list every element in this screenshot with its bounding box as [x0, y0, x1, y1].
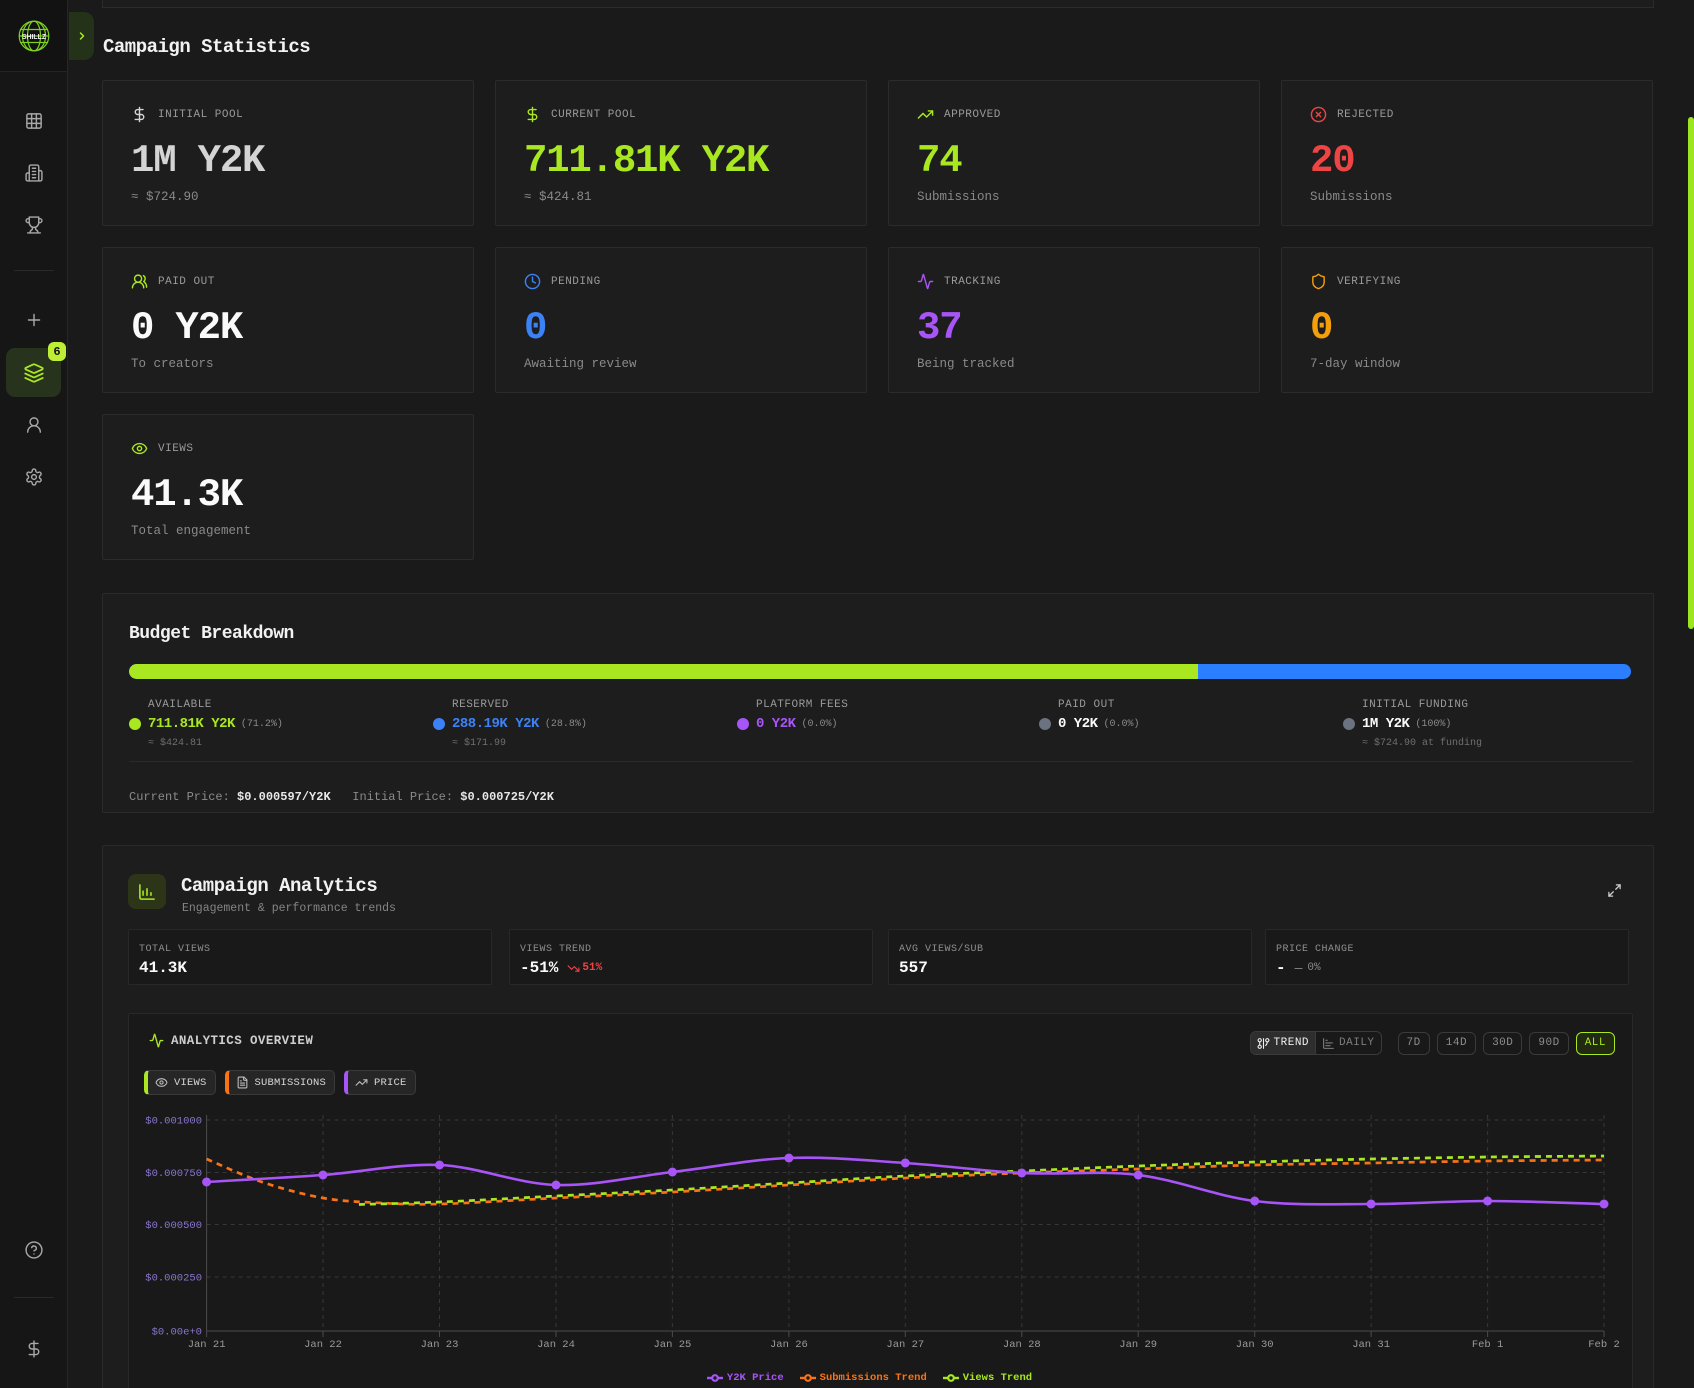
svg-text:Jan 29: Jan 29 [1119, 1339, 1157, 1351]
svg-text:Jan 27: Jan 27 [886, 1339, 924, 1351]
svg-text:Jan 25: Jan 25 [653, 1339, 691, 1351]
svg-text:Jan 28: Jan 28 [1003, 1339, 1041, 1351]
svg-text:Jan 22: Jan 22 [304, 1339, 342, 1351]
svg-text:Jan 31: Jan 31 [1352, 1339, 1390, 1351]
svg-text:Jan 21: Jan 21 [188, 1339, 226, 1351]
svg-text:Jan 23: Jan 23 [421, 1339, 459, 1351]
svg-text:Feb 1: Feb 1 [1472, 1339, 1504, 1351]
svg-text:$0.000250: $0.000250 [145, 1273, 202, 1285]
svg-text:$0.000750: $0.000750 [145, 1168, 202, 1180]
svg-text:$0.001000: $0.001000 [145, 1116, 202, 1128]
svg-text:Jan 24: Jan 24 [537, 1339, 575, 1351]
svg-text:Feb 2: Feb 2 [1588, 1339, 1620, 1351]
svg-text:SHILLZ: SHILLZ [22, 34, 47, 41]
svg-text:$0.00e+0: $0.00e+0 [152, 1327, 202, 1339]
svg-text:$0.000500: $0.000500 [145, 1220, 202, 1232]
svg-text:Jan 30: Jan 30 [1236, 1339, 1274, 1351]
svg-text:Jan 26: Jan 26 [770, 1339, 808, 1351]
